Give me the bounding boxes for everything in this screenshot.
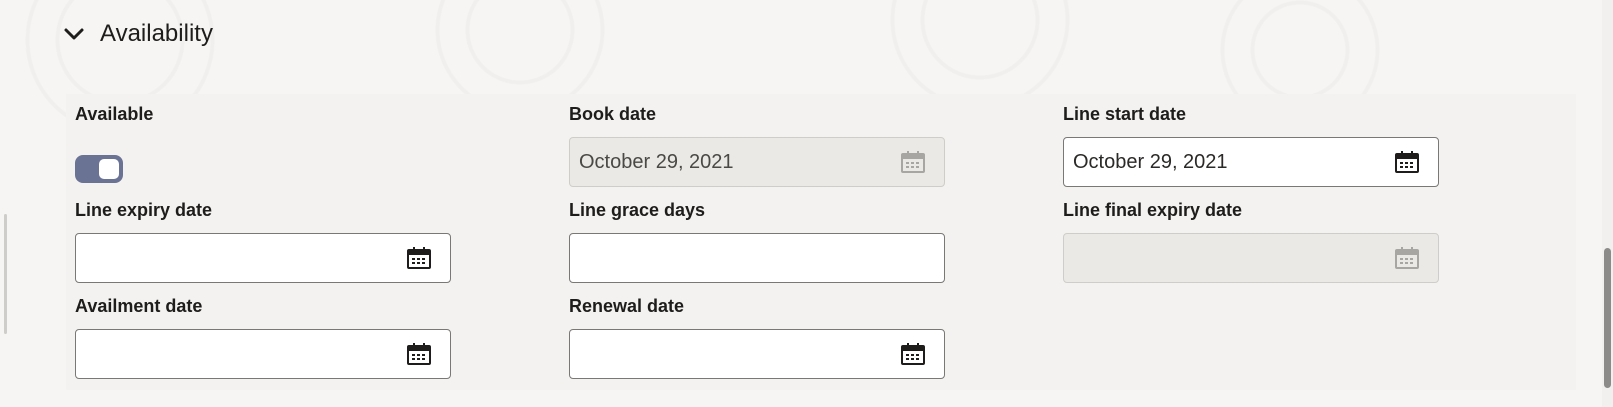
line-start-date-field: Line start date October 29, 2021	[1063, 102, 1441, 187]
chevron-down-icon	[64, 28, 84, 40]
calendar-icon	[1395, 247, 1419, 269]
left-scrollbar[interactable]	[4, 214, 7, 334]
line-final-expiry-date-label: Line final expiry date	[1063, 200, 1243, 220]
availability-section-toggle[interactable]: Availability	[62, 14, 213, 54]
book-date-input: October 29, 2021	[569, 137, 945, 187]
renewal-date-input[interactable]	[569, 329, 945, 379]
line-final-expiry-date-input	[1063, 233, 1439, 283]
calendar-icon	[901, 151, 925, 173]
renewal-date-field: Renewal date	[569, 294, 947, 379]
calendar-icon[interactable]	[900, 341, 926, 367]
calendar-icon[interactable]	[1394, 149, 1420, 175]
line-final-expiry-date-field: Line final expiry date	[1063, 198, 1441, 283]
line-start-date-label: Line start date	[1063, 104, 1187, 124]
availment-date-field: Availment date	[75, 294, 453, 379]
book-date-value: October 29, 2021	[579, 150, 734, 173]
vertical-scrollbar-thumb[interactable]	[1604, 248, 1611, 388]
line-start-date-input[interactable]: October 29, 2021	[1063, 137, 1439, 187]
renewal-date-label: Renewal date	[569, 296, 685, 316]
calendar-icon[interactable]	[406, 341, 432, 367]
availment-date-input[interactable]	[75, 329, 451, 379]
line-start-date-value: October 29, 2021	[1073, 150, 1228, 173]
line-grace-days-label: Line grace days	[569, 200, 706, 220]
availability-panel: Available Book date October 29, 2021 Lin…	[66, 94, 1576, 390]
toggle-knob	[99, 159, 119, 179]
line-expiry-date-input[interactable]	[75, 233, 451, 283]
available-field: Available	[75, 102, 453, 183]
available-label: Available	[75, 104, 154, 124]
line-grace-days-input[interactable]	[569, 233, 945, 283]
calendar-icon[interactable]	[406, 245, 432, 271]
line-expiry-date-field: Line expiry date	[75, 198, 453, 283]
line-grace-days-field: Line grace days	[569, 198, 947, 283]
section-title: Availability	[100, 20, 213, 47]
book-date-label: Book date	[569, 104, 657, 124]
book-date-field: Book date October 29, 2021	[569, 102, 947, 187]
availment-date-label: Availment date	[75, 296, 203, 316]
line-expiry-date-label: Line expiry date	[75, 200, 213, 220]
available-toggle[interactable]	[75, 155, 123, 183]
